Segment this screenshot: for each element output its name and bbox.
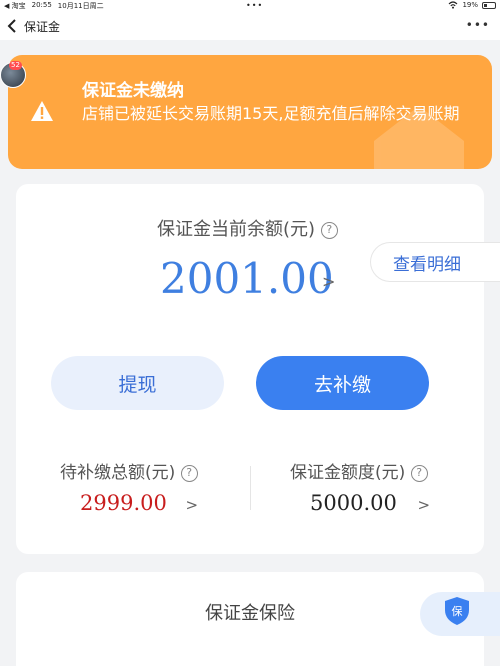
due-amount-row[interactable]: 2999.00 > xyxy=(80,491,198,515)
due-help-icon[interactable]: ? xyxy=(180,465,198,482)
withdraw-button[interactable]: 提现 xyxy=(51,356,224,410)
back-icon[interactable] xyxy=(0,12,24,40)
battery-percent: 19% xyxy=(462,1,478,9)
balance-chevron-icon[interactable]: > xyxy=(322,272,335,291)
avatar-badge: 52 xyxy=(9,61,22,70)
page-title: 保证金 xyxy=(24,19,61,34)
stats-divider xyxy=(250,466,251,510)
warning-icon xyxy=(31,101,53,121)
shield-text: 保 xyxy=(452,604,463,618)
due-amount: 2999.00 xyxy=(80,491,167,515)
pay-button[interactable]: 去补缴 xyxy=(256,356,429,410)
due-label: 待补缴总额(元) xyxy=(60,463,176,483)
notice-text: 店铺已被延长交易账期15天,足额充值后解除交易账期 xyxy=(82,104,460,123)
back-to-app-link[interactable]: ◀ 淘宝 xyxy=(4,1,26,11)
balance-label-row: 保证金当前余额(元) ? xyxy=(157,215,338,241)
view-details-button[interactable]: 查看明细 xyxy=(370,242,500,282)
quota-amount: 5000.00 xyxy=(310,491,397,515)
balance-label: 保证金当前余额(元) xyxy=(157,219,316,240)
quota-amount-row[interactable]: 5000.00 > xyxy=(310,491,430,515)
status-time: 20:55 xyxy=(31,1,52,9)
nav-bar: 保证金 ••• xyxy=(0,12,500,40)
more-icon[interactable]: ••• xyxy=(466,18,490,32)
due-chevron-icon: > xyxy=(185,496,199,514)
status-bar: ◀ 淘宝 20:55 10月11日周二 ••• 19% xyxy=(0,0,500,12)
status-dots: ••• xyxy=(246,1,264,10)
wifi-icon xyxy=(449,1,458,9)
quota-chevron-icon: > xyxy=(417,496,431,514)
notice-title: 保证金未缴纳 xyxy=(82,81,184,101)
due-label-row: 待补缴总额(元) ? xyxy=(60,458,198,483)
shield-icon[interactable]: 保 xyxy=(444,596,470,626)
balance-amount[interactable]: 2001.00 xyxy=(160,254,334,303)
status-date: 10月11日周二 xyxy=(57,2,104,10)
battery-icon xyxy=(482,1,496,9)
balance-help-icon[interactable]: ? xyxy=(320,222,338,239)
insurance-title: 保证金保险 xyxy=(205,603,295,624)
quota-label-row: 保证金额度(元) ? xyxy=(290,458,428,483)
quota-label: 保证金额度(元) xyxy=(290,463,406,483)
quota-help-icon[interactable]: ? xyxy=(410,465,428,482)
